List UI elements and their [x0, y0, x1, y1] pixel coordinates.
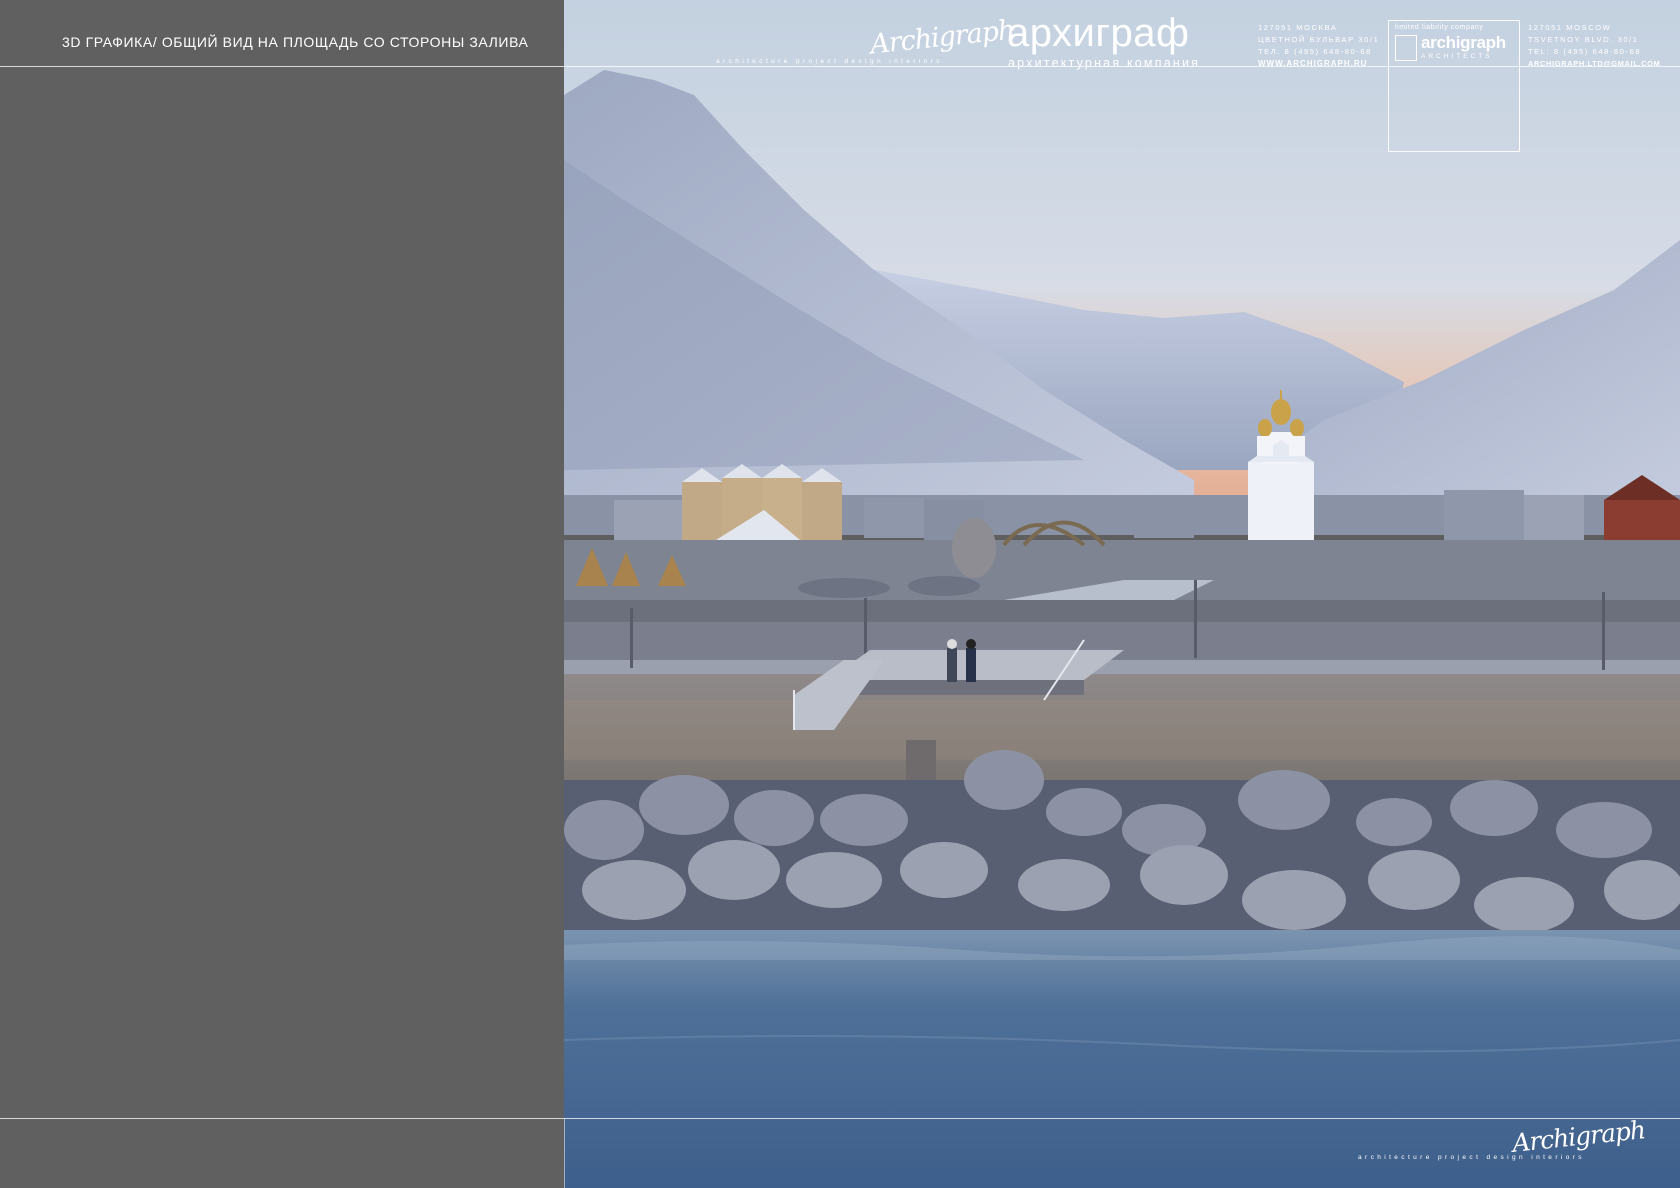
address-ru-line: ТЕЛ: 8 (495) 648-80-68 — [1258, 47, 1372, 56]
archigraph-mark-icon — [1395, 35, 1417, 61]
address-ru: 127051 МОСКВА ЦВЕТНОЙ БУЛЬВАР 30/1 ТЕЛ: … — [1258, 22, 1379, 70]
brand-name-ru: архиграф — [1007, 11, 1190, 55]
footer-signature-subtitle: architecture project design interiors — [1358, 1154, 1585, 1161]
address-en-line: TEL: 8 (495) 648-80-68 — [1528, 47, 1642, 56]
box-logo-name: archigraph — [1421, 33, 1506, 52]
footer-rule — [0, 1118, 1680, 1119]
box-logo-subtitle: ARCHITECTS — [1421, 53, 1493, 60]
sheet-title: 3D ГРАФИКА/ ОБЩИЙ ВИД НА ПЛОЩАДЬ СО СТОР… — [62, 34, 529, 50]
address-ru-website[interactable]: WWW.ARCHIGRAPH.RU — [1258, 58, 1379, 70]
address-ru-line: 127051 МОСКВА — [1258, 23, 1338, 32]
rendering-image — [564, 0, 1680, 1188]
address-en-email[interactable]: ARCHIGRAPH.LTD@GMAIL.COM — [1528, 58, 1660, 70]
left-gray-panel — [0, 0, 564, 1188]
address-en-line: 127051 MOSCOW — [1528, 23, 1612, 32]
box-logo-ltd: limited liability company — [1395, 24, 1484, 31]
brand-subtitle-ru: архитектурная компания — [1008, 56, 1201, 70]
address-en-line: TSVETNOY BLVD. 30/1 — [1528, 35, 1639, 44]
address-ru-line: ЦВЕТНОЙ БУЛЬВАР 30/1 — [1258, 35, 1380, 44]
address-en: 127051 MOSCOW TSVETNOY BLVD. 30/1 TEL: 8… — [1528, 22, 1660, 70]
footer-divider — [564, 1118, 565, 1188]
company-box-logo: limited liability company archigraph ARC… — [1388, 20, 1520, 152]
signature-subtitle: architecture project design interiors — [716, 58, 943, 65]
